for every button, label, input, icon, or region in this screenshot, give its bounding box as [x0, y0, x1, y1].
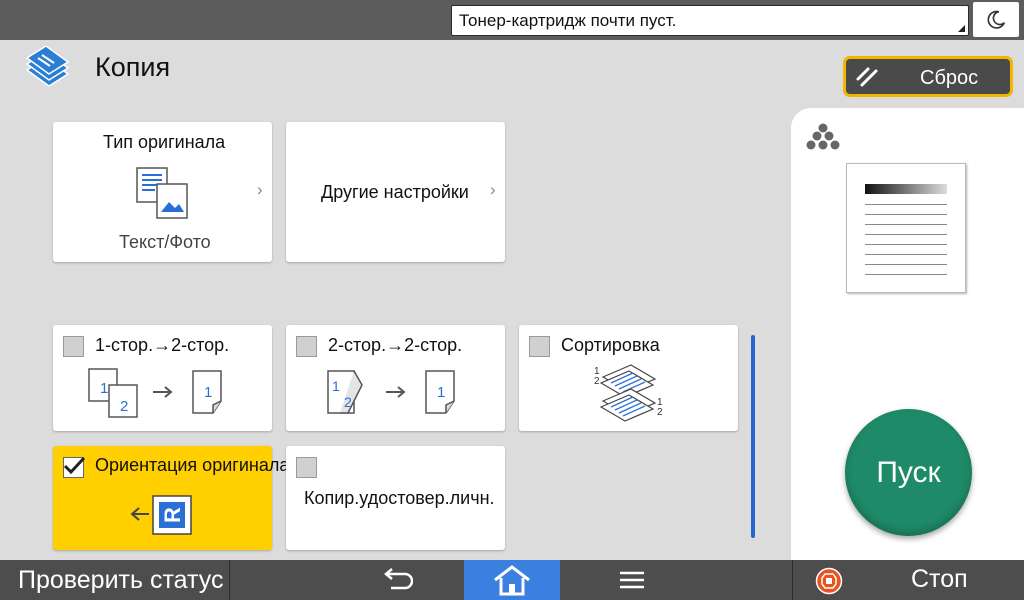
- id-card-copy-tile[interactable]: Копир.удостовер.личн.: [286, 446, 505, 550]
- id-copy-checkbox[interactable]: [296, 457, 317, 478]
- svg-text:2: 2: [657, 407, 663, 418]
- expand-corner-icon: [958, 25, 965, 32]
- back-arrow-icon: [384, 568, 413, 590]
- sort-tile[interactable]: Сортировка 1 2 1 2: [519, 325, 738, 431]
- check-status-label: Проверить статус: [18, 566, 224, 594]
- bottom-navigation-bar: Проверить статус Стоп: [0, 560, 1024, 600]
- original-type-value: Текст/Фото: [119, 232, 211, 252]
- home-icon: [494, 565, 530, 596]
- hamburger-menu-icon: [620, 571, 644, 589]
- other-settings-tile[interactable]: Другие настройки ›: [286, 122, 505, 262]
- status-message-box[interactable]: Тонер-картридж почти пуст.: [451, 5, 969, 36]
- night-mode-button[interactable]: [973, 2, 1019, 37]
- back-button[interactable]: [366, 560, 426, 600]
- original-orientation-tile[interactable]: Ориентация оригинала R: [53, 446, 289, 550]
- one-to-two-label: 1-стор.→2-стор.: [95, 335, 230, 355]
- start-label: Пуск: [876, 455, 941, 489]
- svg-text:1: 1: [100, 380, 108, 397]
- one-to-two-sided-icon: 1 2 1: [88, 368, 222, 418]
- two-to-two-sided-tile[interactable]: 2-стор.→2-стор. 1 2 1: [286, 325, 505, 431]
- stop-label: Стоп: [911, 565, 968, 593]
- status-message-text: Тонер-картридж почти пуст.: [459, 11, 677, 30]
- other-settings-label: Другие настройки: [321, 182, 469, 202]
- chevron-right-icon: ›: [257, 180, 263, 199]
- orientation-label: Ориентация оригинала: [95, 455, 290, 475]
- svg-text:R: R: [160, 507, 185, 523]
- moon-icon: [987, 10, 1006, 29]
- top-status-bar: Тонер-картридж почти пуст.: [0, 0, 1024, 40]
- check-icon: [63, 456, 86, 475]
- preview-document: [846, 163, 966, 293]
- two-to-two-sided-icon: 1 2 1: [327, 370, 455, 414]
- check-status-button[interactable]: Проверить статус: [0, 560, 230, 600]
- orientation-r-icon: R: [130, 495, 192, 535]
- svg-text:1: 1: [437, 384, 445, 401]
- home-button[interactable]: [464, 560, 560, 600]
- svg-text:2: 2: [594, 376, 600, 387]
- svg-text:1: 1: [204, 384, 212, 401]
- eraser-icon: [856, 67, 878, 87]
- page-title: Копия: [95, 52, 171, 82]
- start-button[interactable]: Пуск: [845, 409, 972, 536]
- one-to-two-checkbox[interactable]: [63, 336, 84, 357]
- full-color-icon: [806, 123, 840, 150]
- sort-checkbox[interactable]: [529, 336, 550, 357]
- copy-icon: [25, 46, 70, 87]
- text-photo-icon: [136, 167, 188, 219]
- chevron-right-icon: ›: [490, 180, 496, 199]
- stop-icon: [815, 567, 843, 595]
- svg-text:2: 2: [344, 394, 352, 410]
- menu-button[interactable]: [602, 560, 662, 600]
- two-to-two-label: 2-стор.→2-стор.: [328, 335, 463, 355]
- stop-button[interactable]: Стоп: [792, 560, 1024, 600]
- svg-text:2: 2: [120, 398, 128, 415]
- svg-text:1: 1: [332, 378, 340, 394]
- sort-label: Сортировка: [561, 335, 660, 355]
- id-copy-label: Копир.удостовер.личн.: [304, 488, 495, 508]
- reset-button[interactable]: Сброс: [843, 56, 1013, 97]
- reset-label: Сброс: [920, 67, 979, 89]
- one-to-two-sided-tile[interactable]: 1-стор.→2-стор. 1 2 1: [53, 325, 272, 431]
- original-type-title: Тип оригинала: [103, 132, 226, 152]
- two-to-two-checkbox[interactable]: [296, 336, 317, 357]
- original-type-tile[interactable]: Тип оригинала Текст/Фото ›: [53, 122, 272, 262]
- orientation-checkbox[interactable]: [63, 456, 86, 478]
- scrollbar[interactable]: [751, 335, 755, 538]
- sort-stack-icon: 1 2 1 2: [594, 364, 663, 422]
